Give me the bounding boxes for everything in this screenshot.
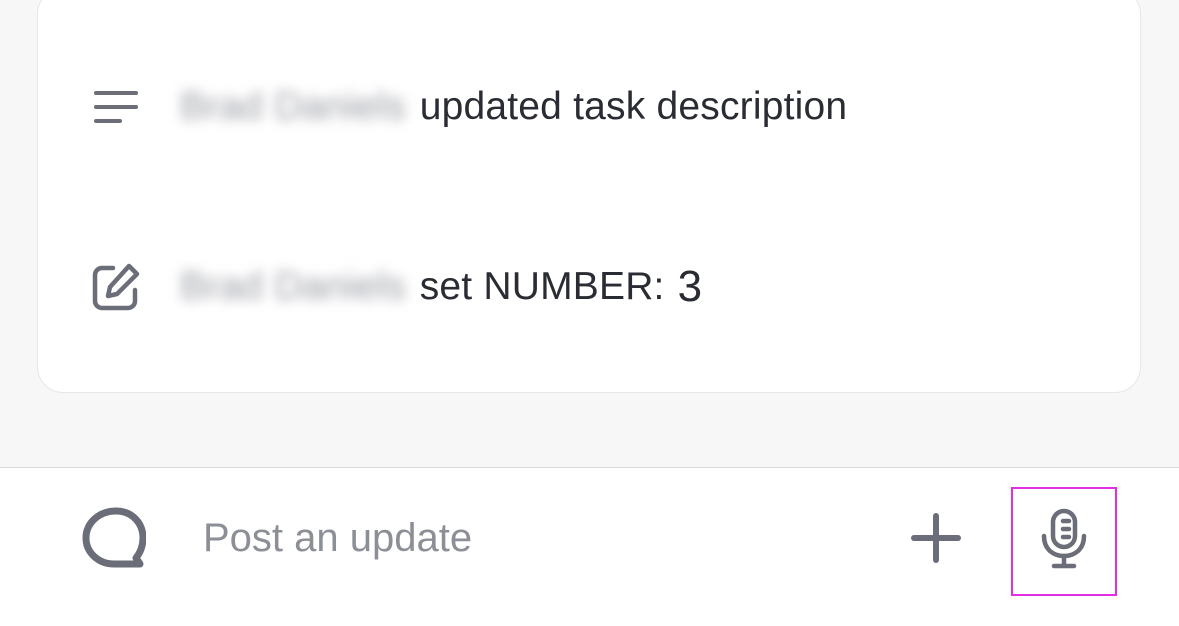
microphone-icon (1039, 508, 1089, 575)
chat-bubble-icon (82, 505, 147, 569)
activity-card: Brad Daniels updated task description Br… (37, 0, 1141, 393)
activity-text: Brad Daniels set NUMBER: 3 (180, 262, 702, 312)
edit-icon (91, 262, 141, 312)
activity-item-description: Brad Daniels updated task description (38, 67, 1140, 147)
task-activity-page: Brad Daniels updated task description Br… (0, 0, 1179, 626)
activity-action: updated task description (419, 85, 848, 128)
text-lines-icon (91, 82, 141, 132)
actor-name: Brad Daniels (180, 265, 406, 308)
post-update-input[interactable] (203, 508, 863, 568)
activity-action: set NUMBER: (419, 265, 665, 308)
number-value: 3 (677, 262, 703, 311)
microphone-button[interactable] (1011, 487, 1117, 596)
activity-item-number: Brad Daniels set NUMBER: 3 (38, 247, 1140, 327)
actor-name: Brad Daniels (180, 85, 406, 128)
plus-icon[interactable] (906, 508, 966, 568)
activity-text: Brad Daniels updated task description (180, 85, 847, 129)
